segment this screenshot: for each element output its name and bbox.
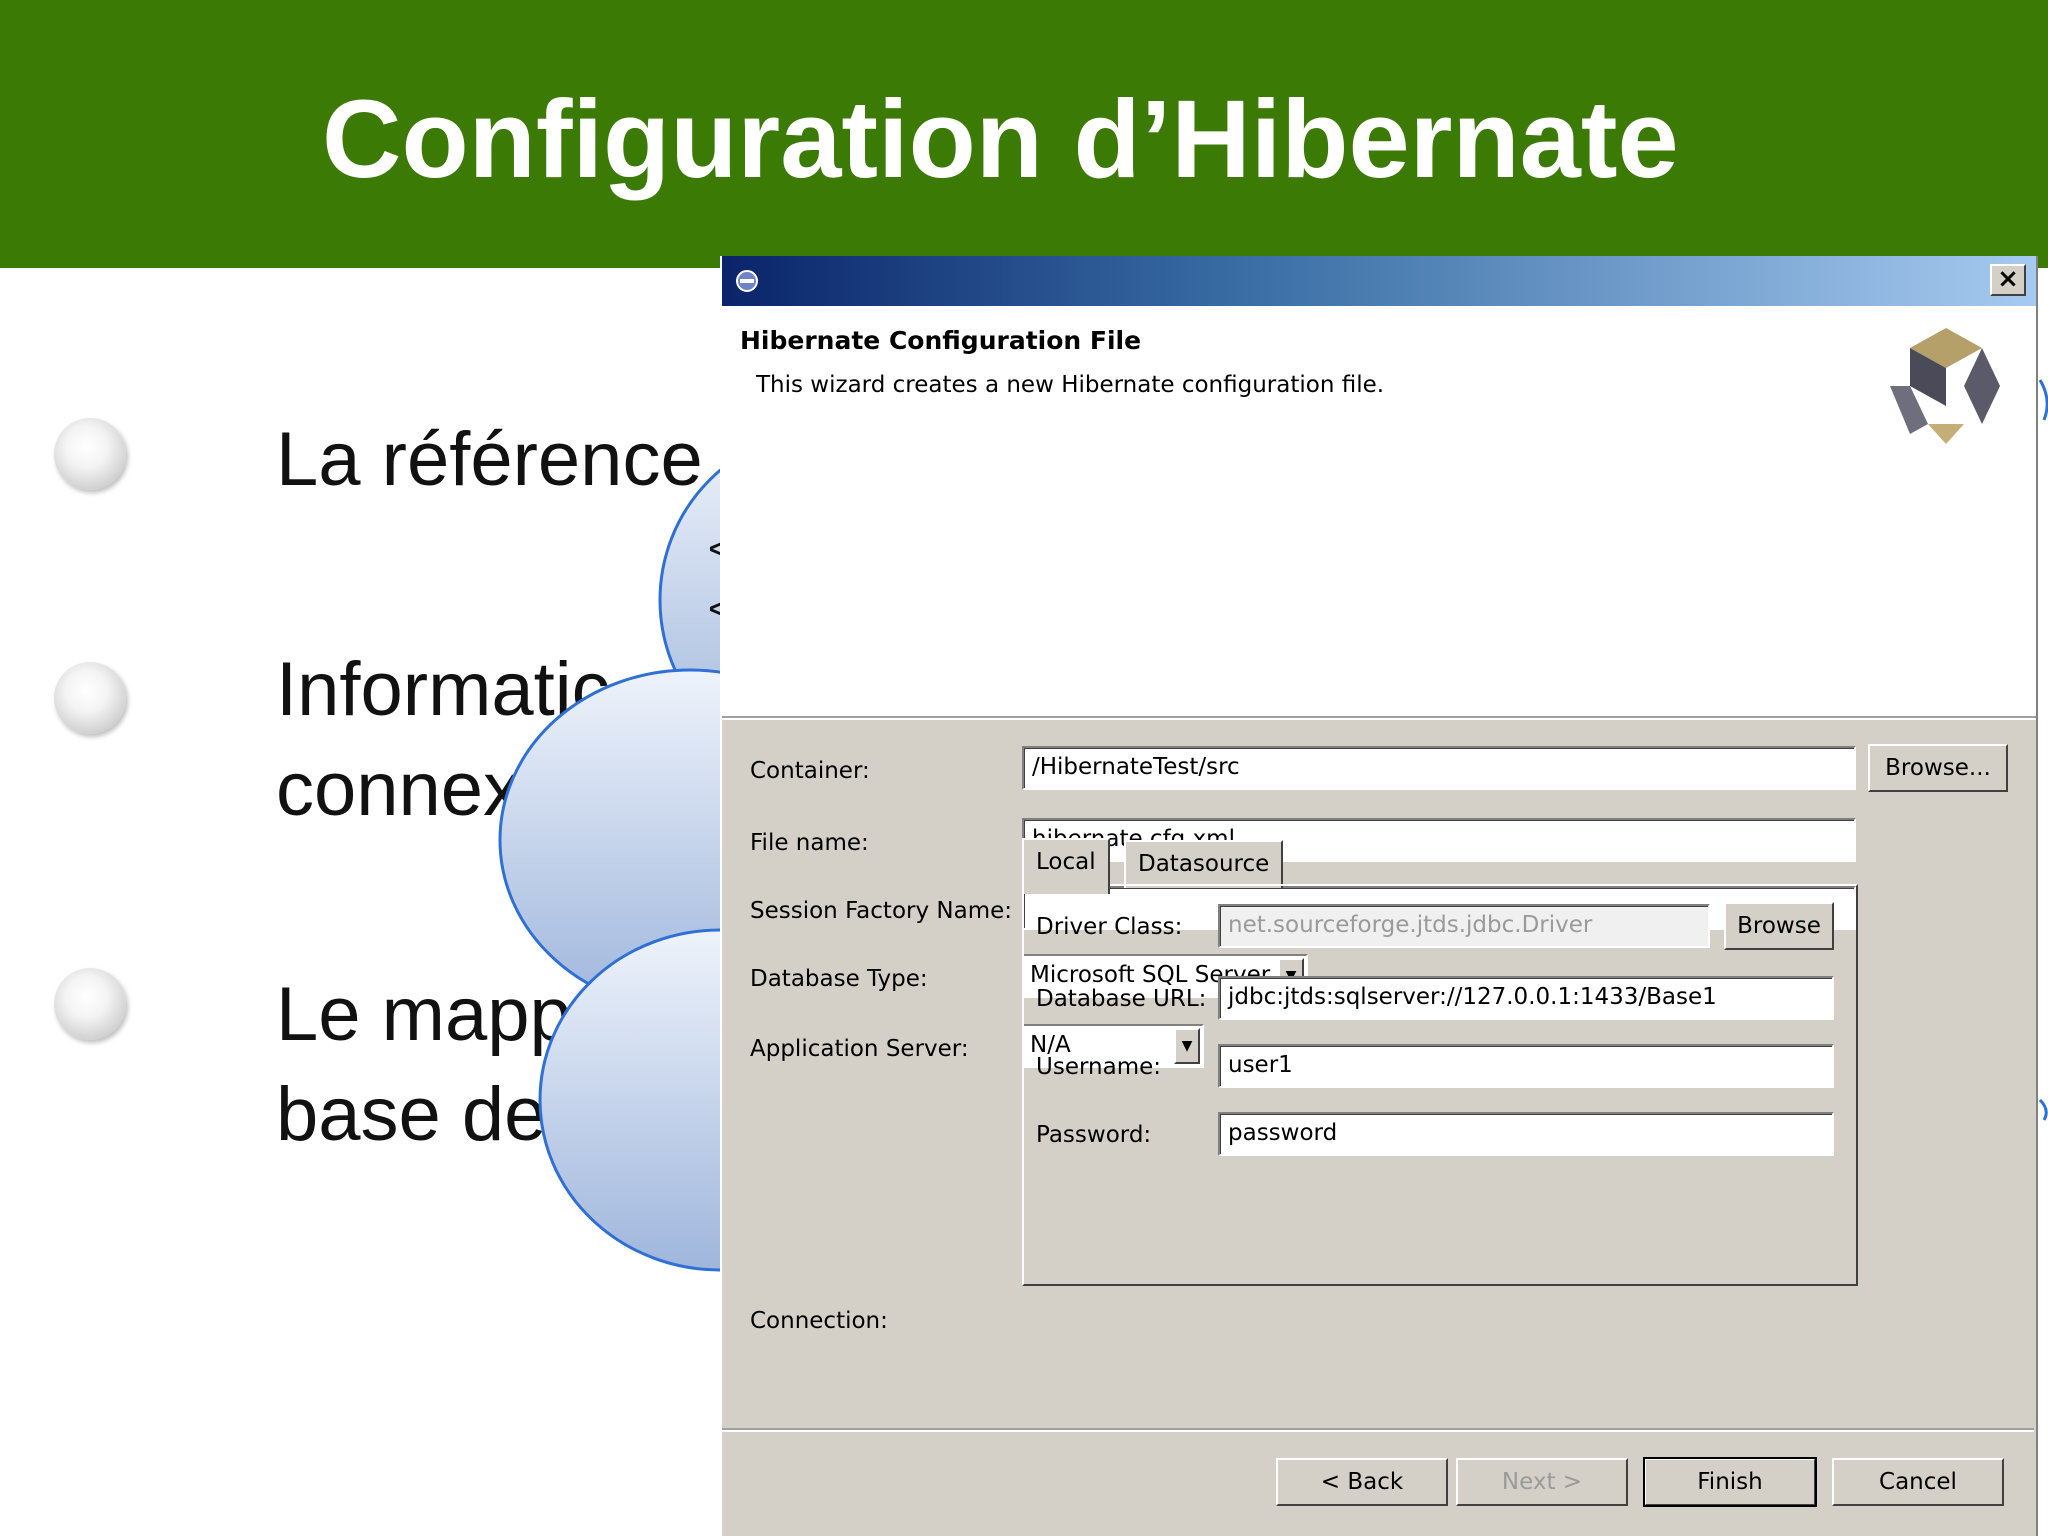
file-name-label: File name:: [750, 830, 869, 856]
finish-button[interactable]: Finish: [1643, 1457, 1817, 1507]
wizard-banner: Hibernate Configuration File This wizard…: [722, 306, 2036, 716]
username-label: Username:: [1036, 1054, 1161, 1080]
database-type-label: Database Type:: [750, 966, 928, 992]
bullet-text-1: La référence: [276, 410, 703, 510]
slide-title: Configuration d’Hibernate: [322, 78, 1679, 201]
container-browse-button[interactable]: Browse...: [1868, 744, 2008, 792]
cancel-button[interactable]: Cancel: [1832, 1458, 2004, 1506]
bullet-1-line-1: La référence: [276, 417, 703, 502]
back-button[interactable]: < Back: [1276, 1458, 1448, 1506]
container-input[interactable]: /HibernateTest/src: [1022, 746, 1856, 790]
password-input[interactable]: password: [1218, 1112, 1834, 1156]
close-button[interactable]: ×: [1990, 264, 2026, 296]
bullet-2-line-2: connex: [276, 747, 522, 832]
dialog-titlebar[interactable]: ×: [722, 256, 2036, 306]
tab-local[interactable]: Local: [1022, 838, 1110, 894]
driver-class-browse-button[interactable]: Browse: [1724, 902, 1834, 950]
bullet-3-line-2: base de: [276, 1072, 547, 1157]
hibernate-cube-icon: [1890, 328, 2000, 444]
footer-separator: [722, 1428, 2034, 1432]
username-input[interactable]: user1: [1218, 1044, 1834, 1088]
hibernate-wizard-dialog: × Hibernate Configuration File This wiza…: [720, 256, 2038, 1536]
session-factory-label: Session Factory Name:: [750, 898, 1012, 924]
bullet-3-line-1: Le mapp: [276, 972, 572, 1057]
connection-label: Connection:: [750, 1308, 888, 1334]
driver-class-label: Driver Class:: [1036, 914, 1183, 940]
bullet-2-line-1: Informatic: [276, 647, 610, 732]
tab-datasource[interactable]: Datasource: [1124, 840, 1284, 888]
database-url-label: Database URL:: [1036, 986, 1207, 1012]
driver-class-input[interactable]: net.sourceforge.jtds.jdbc.Driver: [1218, 904, 1710, 948]
application-server-label: Application Server:: [750, 1036, 969, 1062]
bullet-icon: [54, 968, 126, 1040]
next-button[interactable]: Next >: [1456, 1458, 1628, 1506]
bullet-icon: [54, 418, 126, 490]
container-label: Container:: [750, 758, 870, 784]
banner-separator: [722, 716, 2036, 720]
bullet-icon: [54, 662, 126, 734]
bullet-text-3: Le mapp base de: [276, 965, 572, 1165]
database-url-input[interactable]: jdbc:jtds:sqlserver://127.0.0.1:1433/Bas…: [1218, 976, 1834, 1020]
eclipse-app-icon: [736, 270, 758, 292]
close-icon: ×: [1997, 264, 2019, 294]
banner-description: This wizard creates a new Hibernate conf…: [756, 372, 1385, 398]
banner-title: Hibernate Configuration File: [740, 326, 1142, 355]
password-label: Password:: [1036, 1122, 1152, 1148]
bullet-text-2: Informatic connex: [276, 640, 610, 840]
